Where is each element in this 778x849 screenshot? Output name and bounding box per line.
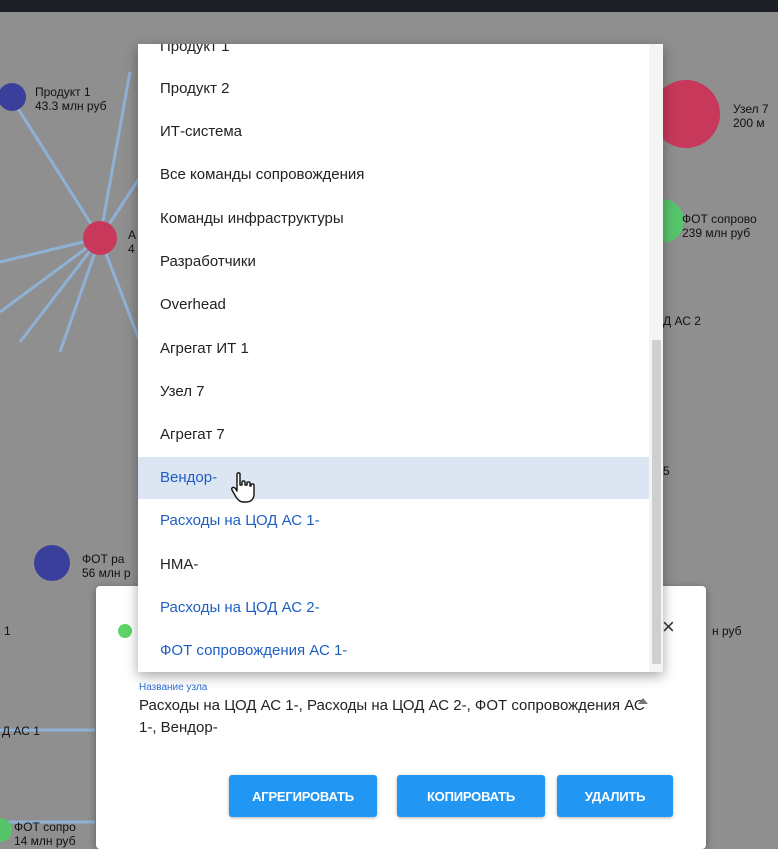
graph-edge bbox=[58, 237, 102, 353]
node-color-dot bbox=[118, 624, 132, 638]
node-fragment: 1 bbox=[4, 624, 11, 638]
node-name-field[interactable]: Название узла Расходы на ЦОД АС 1-, Расх… bbox=[139, 682, 659, 739]
node-label-fot-ra: ФОТ ра 56 млн р bbox=[82, 552, 131, 580]
node-label-product1: Продукт 1 43.3 млн руб bbox=[35, 85, 107, 113]
node-label-fot-sopro: ФОТ сопро 14 млн руб bbox=[14, 820, 76, 848]
node-fragment: Д АС 1 bbox=[2, 724, 40, 738]
hand-pointer-icon bbox=[231, 472, 255, 503]
dropdown-option[interactable]: Разработчики bbox=[138, 241, 649, 283]
dropdown-option[interactable]: Расходы на ЦОД АС 2- bbox=[138, 587, 649, 629]
node-fragment: н руб bbox=[712, 624, 742, 638]
graph-node-product1 bbox=[0, 83, 26, 111]
dropdown-option[interactable]: Команды инфраструктуры bbox=[138, 198, 649, 240]
graph-node-fot-ra bbox=[34, 545, 70, 581]
dropdown-option[interactable]: ИТ-система bbox=[138, 111, 649, 153]
dropdown-scrollbar-thumb[interactable] bbox=[652, 340, 661, 664]
close-icon[interactable]: × bbox=[662, 616, 675, 638]
dropdown-option[interactable]: Расходы на ЦОД АС 1- bbox=[138, 500, 649, 542]
aggregate-button[interactable]: АГРЕГИРОВАТЬ bbox=[229, 775, 377, 817]
node-fragment: 5 bbox=[663, 464, 670, 478]
node-fragment: Д АС 2 bbox=[663, 314, 701, 328]
node-label-fot: ФОТ сопрово 239 млн руб bbox=[682, 212, 757, 240]
copy-button[interactable]: КОПИРОВАТЬ bbox=[397, 775, 545, 817]
dropdown-option[interactable]: ФОТ сопровождения АС 1- bbox=[138, 630, 649, 672]
node-select-dropdown[interactable]: Продукт 1 Продукт 2 ИТ-система Все коман… bbox=[138, 44, 663, 672]
dropdown-option[interactable]: Overhead bbox=[138, 284, 649, 326]
node-name-value[interactable]: Расходы на ЦОД АС 1-, Расходы на ЦОД АС … bbox=[139, 695, 659, 739]
node-label-uzel7: Узел 7 200 м bbox=[733, 102, 769, 130]
node-name-label: Название узла bbox=[139, 682, 208, 693]
dropdown-option-highlighted[interactable]: Вендор- bbox=[138, 457, 649, 499]
node-label-a: А4 bbox=[128, 228, 137, 256]
dropdown-option[interactable]: НМА- bbox=[138, 544, 649, 586]
graph-node-a bbox=[83, 221, 117, 255]
top-bar bbox=[0, 0, 778, 12]
dropdown-option[interactable]: Продукт 1 bbox=[138, 44, 649, 68]
graph-edge bbox=[10, 98, 102, 239]
dropdown-option[interactable]: Узел 7 bbox=[138, 371, 649, 413]
dropdown-option[interactable]: Агрегат ИТ 1 bbox=[138, 328, 649, 370]
dropdown-option[interactable]: Продукт 2 bbox=[138, 68, 649, 110]
dropdown-option[interactable]: Все команды сопровождения bbox=[138, 154, 649, 196]
dropdown-option[interactable]: Агрегат 7 bbox=[138, 414, 649, 456]
delete-button[interactable]: УДАЛИТЬ bbox=[557, 775, 673, 817]
caret-up-icon[interactable] bbox=[638, 698, 648, 704]
